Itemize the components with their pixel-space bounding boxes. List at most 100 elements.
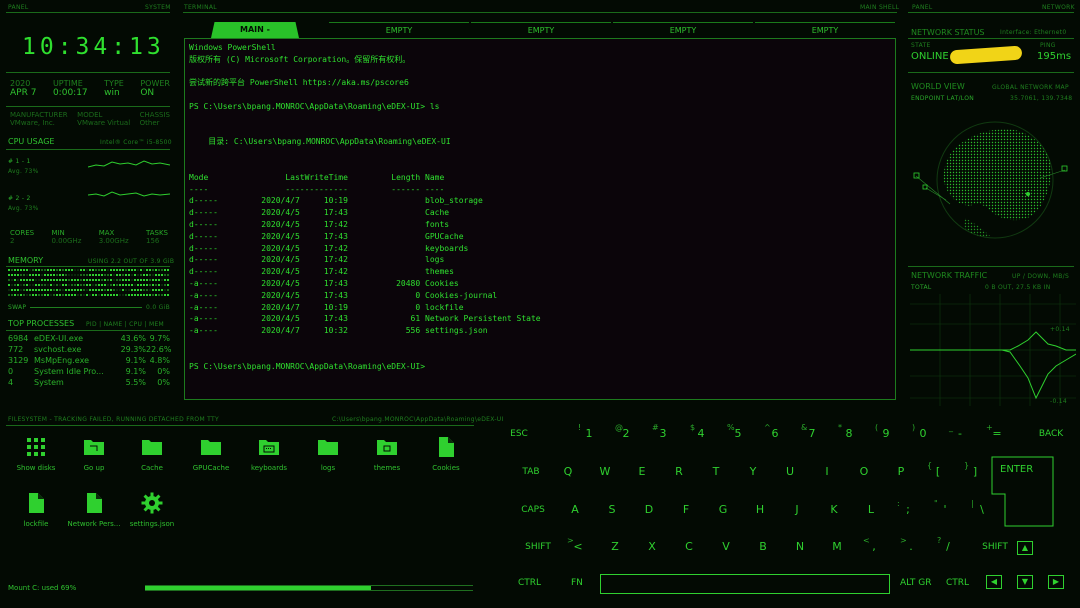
key-row3-8[interactable]: K [819,500,849,520]
key-row1-13[interactable]: BACK [1026,424,1076,444]
key-label: 0 [919,427,927,440]
key-label: A [571,503,579,516]
key-row2-8[interactable]: I [812,462,842,482]
arrow-up-key[interactable]: ▲ [1017,541,1033,555]
key-row4-5[interactable]: V [711,537,741,557]
tab-empty-2[interactable]: EMPTY [471,22,611,38]
key-row2-5[interactable]: T [701,462,731,482]
key-row2-2[interactable]: W [590,462,620,482]
key-label: 6 [771,427,779,440]
key-row4-10[interactable]: >. [896,536,926,557]
key-row1-6[interactable]: ^ 6 [760,423,790,444]
tab-empty-3[interactable]: EMPTY [613,22,753,38]
fs-item[interactable]: themes [359,436,415,472]
key-row1-1[interactable]: ! 1 [574,423,604,444]
fs-item[interactable]: keyboards [241,436,297,472]
key-row3-3[interactable]: D [634,500,664,520]
terminal-label: TERMINAL [184,4,217,11]
key-row4-11[interactable]: ? / [933,536,963,557]
key-row1-11[interactable]: _ - [945,423,975,444]
key-label: P [897,465,905,478]
key-row4-12[interactable]: SHIFT [970,537,1020,557]
key-row3-11[interactable]: " ' [930,499,960,520]
key-row4-4[interactable]: C [674,537,704,557]
key-row4-2[interactable]: Z [600,537,630,557]
arrow-left-key[interactable]: ◀ [986,575,1002,589]
key-shift-symbol: ! [578,423,582,432]
traffic-total-label: TOTAL [911,284,932,291]
key-row2-3[interactable]: E [627,462,657,482]
key-row2-7[interactable]: U [775,462,805,482]
tab-empty-4[interactable]: EMPTY [755,22,895,38]
key-row2-11[interactable]: {[ [923,461,953,482]
key-row2-12[interactable]: }] [960,461,990,482]
ctrl-left-key[interactable]: CTRL [518,578,541,588]
traffic-total-value: 0 B OUT, 27.5 KB IN [985,284,1051,291]
key-row1-9[interactable]: (9 [871,423,901,444]
key-row1-4[interactable]: $4 [686,423,716,444]
key-row1-0[interactable]: ESC [494,424,544,444]
key-row2-10[interactable]: P [886,462,916,482]
key-row3-7[interactable]: J [782,500,812,520]
key-shift-symbol: & [801,423,808,432]
terminal-output[interactable]: Windows PowerShell 版权所有 (C) Microsoft Co… [185,39,895,375]
tab-main[interactable]: MAIN - [211,22,299,38]
fs-item[interactable]: Network Pers... [66,492,122,528]
folder-icon [124,436,180,458]
fs-item[interactable]: Go up [66,436,122,472]
key-row3-2[interactable]: S [597,500,627,520]
fs-item[interactable]: lockfile [8,492,64,528]
key-row1-7[interactable]: & 7 [797,423,827,444]
fs-item[interactable]: Cache [124,436,180,472]
filesystem-title: FILESYSTEM - TRACKING FAILED, RUNNING DE… [8,416,219,423]
key-label: V [722,540,730,553]
process-pid: 4 [8,378,14,387]
key-row2-1[interactable]: Q [553,462,583,482]
network-status-title: NETWORK STATUS [911,28,985,37]
key-row3-4[interactable]: F [671,500,701,520]
spacebar-key[interactable] [600,574,890,594]
memory-dot-matrix [8,269,169,296]
key-row2-4[interactable]: R [664,462,694,482]
altgr-key[interactable]: ALT GR [900,578,932,588]
enter-key[interactable]: ENTER [1000,464,1033,475]
key-row1-5[interactable]: % 5 [723,423,753,444]
key-label: O [859,465,869,478]
key-row1-10[interactable]: ) 0 [908,423,938,444]
key-row4-9[interactable]: <, [859,536,889,557]
key-row1-12[interactable]: + = [982,423,1012,444]
key-row2-6[interactable]: Y [738,462,768,482]
key-row4-3[interactable]: X [637,537,667,557]
tab-empty-1[interactable]: EMPTY [329,22,469,38]
key-row3-0[interactable]: CAPS [508,500,558,520]
key-row4-8[interactable]: M [822,537,852,557]
key-row4-0[interactable]: SHIFT [513,537,563,557]
key-label: N [795,540,805,553]
key-row3-9[interactable]: L [856,500,886,520]
terminal-window[interactable]: Windows PowerShell 版权所有 (C) Microsoft Co… [184,38,896,400]
key-row4-7[interactable]: N [785,537,815,557]
fs-item[interactable]: settings.json [124,492,180,528]
arrow-right-key[interactable]: ▶ [1048,575,1064,589]
key-row3-10[interactable]: :; [893,499,923,520]
key-row4-1[interactable]: > < [563,536,593,557]
key-row3-1[interactable]: A [560,500,590,520]
endpoint-value: 35.7061, 139.7348 [1010,95,1073,102]
arrow-down-key[interactable]: ▼ [1017,575,1033,589]
globe-map[interactable] [910,108,1075,258]
key-row4-6[interactable]: B [748,537,778,557]
fn-key[interactable]: FN [571,578,583,588]
key-row1-2[interactable]: @2 [611,423,641,444]
key-row3-6[interactable]: H [745,500,775,520]
key-row3-5[interactable]: G [708,500,738,520]
fs-item[interactable]: GPUCache [183,436,239,472]
fs-item[interactable]: Cookies [418,436,474,472]
fs-item[interactable]: Show disks [8,436,64,472]
key-shift-symbol: @ [615,423,623,432]
ctrl-right-key[interactable]: CTRL [946,578,969,588]
key-row2-0[interactable]: TAB [506,462,556,482]
fs-item[interactable]: logs [300,436,356,472]
key-row1-3[interactable]: #3 [648,423,678,444]
key-row1-8[interactable]: * 8 [834,423,864,444]
key-row2-9[interactable]: O [849,462,879,482]
